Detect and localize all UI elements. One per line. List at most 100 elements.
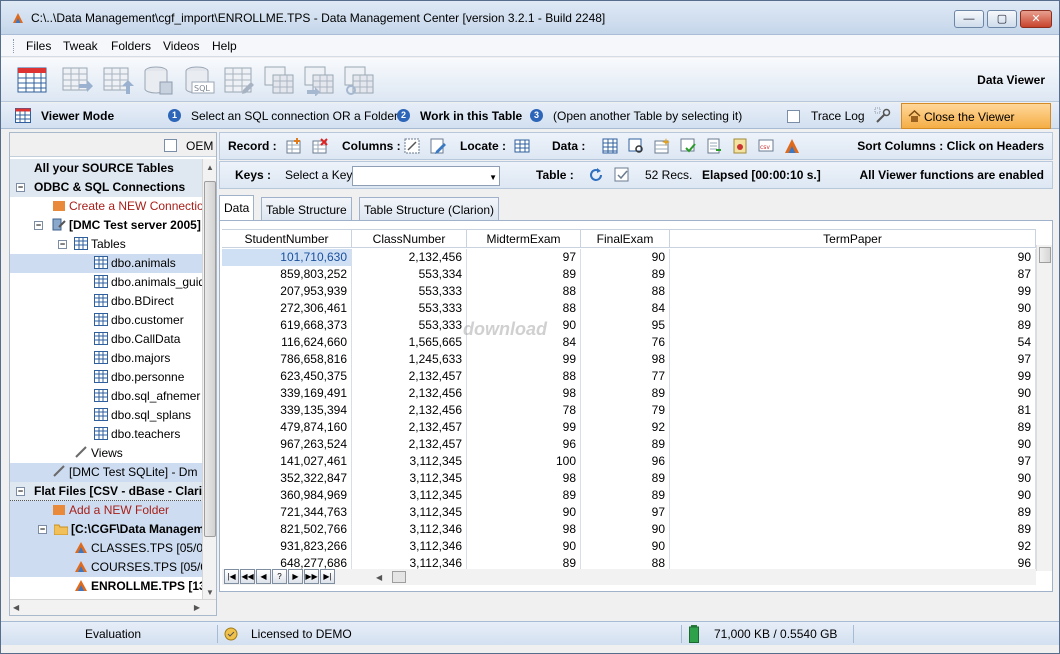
grid-cell[interactable]: 89: [670, 317, 1036, 334]
grid-cell[interactable]: 931,823,266: [222, 538, 352, 555]
grid-cell[interactable]: 1,245,633: [352, 351, 467, 368]
scroll-up-icon[interactable]: ▲: [206, 163, 214, 172]
grid-cell[interactable]: 54: [670, 334, 1036, 351]
tree-add-new-folder[interactable]: Add a NEW Folder: [10, 500, 202, 521]
column-header[interactable]: MidtermExam: [467, 230, 581, 248]
columns-edit-icon[interactable]: [430, 138, 446, 154]
locate-icon[interactable]: [514, 138, 530, 154]
table-check-icon[interactable]: [614, 167, 630, 183]
tree-flat-files[interactable]: − Flat Files [CSV - dBase - Clarion]: [10, 482, 202, 501]
grid-cell[interactable]: 2,132,457: [352, 368, 467, 385]
scroll-right-icon[interactable]: ▶: [194, 603, 200, 612]
grid-cell[interactable]: 90: [670, 470, 1036, 487]
grid-cell[interactable]: 116,624,660: [222, 334, 352, 351]
import-table-icon[interactable]: [102, 64, 134, 96]
grid-cell[interactable]: 648,277,686: [222, 555, 352, 569]
collapse-icon[interactable]: −: [38, 525, 47, 534]
scroll-left-icon[interactable]: ◀: [376, 573, 382, 582]
collapse-icon[interactable]: −: [16, 183, 25, 192]
tab-data[interactable]: Data: [219, 195, 255, 221]
grid-cell[interactable]: 1,565,665: [352, 334, 467, 351]
grid-cell[interactable]: 101,710,630: [222, 249, 352, 266]
grid-cell[interactable]: 821,502,766: [222, 521, 352, 538]
grid-cell[interactable]: 967,263,524: [222, 436, 352, 453]
grid-cell[interactable]: 3,112,345: [352, 504, 467, 521]
grid-cell[interactable]: 90: [467, 538, 581, 555]
grid-cell[interactable]: 2,132,456: [352, 402, 467, 419]
grid-cell[interactable]: 3,112,345: [352, 453, 467, 470]
grid-cell[interactable]: 99: [467, 419, 581, 436]
last-record-icon[interactable]: ▶|: [320, 569, 335, 584]
grid-cell[interactable]: 92: [581, 419, 670, 436]
grid-cell[interactable]: 96: [581, 453, 670, 470]
export-table-icon[interactable]: [61, 64, 93, 96]
tree-folder-cgf-data-management[interactable]: − [C:\CGF\Data Management]: [10, 520, 202, 539]
grid-cell[interactable]: 90: [670, 436, 1036, 453]
grid-cell[interactable]: 553,333: [352, 317, 467, 334]
grid-cell[interactable]: 88: [581, 555, 670, 569]
data-check-icon[interactable]: [680, 138, 696, 154]
tree-table-calldata[interactable]: dbo.CallData: [94, 330, 180, 349]
data-new-icon[interactable]: [654, 138, 670, 154]
grid-cell[interactable]: 96: [467, 436, 581, 453]
grid-cell[interactable]: 553,334: [352, 266, 467, 283]
grid-cell[interactable]: 98: [467, 470, 581, 487]
grid-cell[interactable]: 90: [581, 249, 670, 266]
tree-views-folder[interactable]: Views: [74, 444, 123, 463]
grid-cell[interactable]: 339,169,491: [222, 385, 352, 402]
grid-cell[interactable]: 89: [581, 436, 670, 453]
scroll-thumb[interactable]: [204, 181, 216, 537]
grid-cell[interactable]: 89: [581, 470, 670, 487]
grid-cell[interactable]: 95: [581, 317, 670, 334]
scroll-down-icon[interactable]: ▼: [206, 588, 214, 597]
refresh-icon[interactable]: [588, 167, 604, 183]
grid-cell[interactable]: 479,874,160: [222, 419, 352, 436]
collapse-icon[interactable]: −: [34, 221, 43, 230]
grid-cell[interactable]: 272,306,461: [222, 300, 352, 317]
edit-table-icon[interactable]: [223, 64, 255, 96]
grid-cell[interactable]: 859,803,252: [222, 266, 352, 283]
previous-page-icon[interactable]: ◀◀: [240, 569, 255, 584]
grid-cell[interactable]: 100: [467, 453, 581, 470]
column-header[interactable]: StudentNumber: [222, 230, 352, 248]
tree-table-teachers[interactable]: dbo.teachers: [94, 425, 180, 444]
grid-cell[interactable]: 3,112,345: [352, 470, 467, 487]
grid-cell[interactable]: 3,112,346: [352, 538, 467, 555]
scroll-thumb[interactable]: [1039, 247, 1051, 263]
grid-cell[interactable]: 89: [581, 266, 670, 283]
grid-cell[interactable]: 619,668,373: [222, 317, 352, 334]
grid-cell[interactable]: 553,333: [352, 300, 467, 317]
grid-cell[interactable]: 352,322,847: [222, 470, 352, 487]
grid-cell[interactable]: 97: [581, 504, 670, 521]
tree-table-bdirect[interactable]: dbo.BDirect: [94, 292, 174, 311]
tree-table-animals-guid[interactable]: dbo.animals_guid: [94, 273, 202, 292]
column-header[interactable]: ClassNumber: [352, 230, 467, 248]
tree-table-sql-afnemer[interactable]: dbo.sql_afnemer: [94, 387, 200, 406]
tools-icon[interactable]: [874, 107, 892, 125]
tree-table-personne[interactable]: dbo.personne: [94, 368, 184, 387]
tree-file-courses-tps[interactable]: COURSES.TPS [05/07/: [10, 558, 202, 577]
menu-videos[interactable]: Videos: [163, 39, 199, 53]
minimize-button[interactable]: —: [954, 10, 984, 28]
menu-files[interactable]: Files: [26, 39, 51, 53]
tree-tables-folder[interactable]: − Tables: [58, 235, 126, 254]
grid-cell[interactable]: 89: [670, 504, 1036, 521]
grid-cell[interactable]: 81: [670, 402, 1036, 419]
close-viewer-button[interactable]: Close the Viewer: [901, 103, 1051, 129]
tree-file-enrollme-tps[interactable]: ENROLLME.TPS [13: [74, 577, 202, 596]
grid-cell[interactable]: 89: [670, 521, 1036, 538]
grid-cell[interactable]: 98: [467, 521, 581, 538]
tree-table-customer[interactable]: dbo.customer: [94, 311, 184, 330]
grid-cell[interactable]: 89: [581, 385, 670, 402]
oem-checkbox[interactable]: [164, 139, 177, 152]
grid-cell[interactable]: 99: [670, 368, 1036, 385]
collapse-icon[interactable]: −: [16, 487, 25, 496]
grid-cell[interactable]: 98: [467, 385, 581, 402]
chevron-down-icon[interactable]: ▼: [489, 173, 497, 182]
grid-cell[interactable]: 96: [670, 555, 1036, 569]
grid-cell[interactable]: 721,344,763: [222, 504, 352, 521]
grid-vertical-scrollbar[interactable]: [1036, 245, 1052, 571]
menu-folders[interactable]: Folders: [111, 39, 151, 53]
tree-file-classes-tps[interactable]: CLASSES.TPS [05/07/: [10, 539, 202, 558]
tree-horizontal-scrollbar[interactable]: ◀ ▶: [10, 599, 216, 615]
